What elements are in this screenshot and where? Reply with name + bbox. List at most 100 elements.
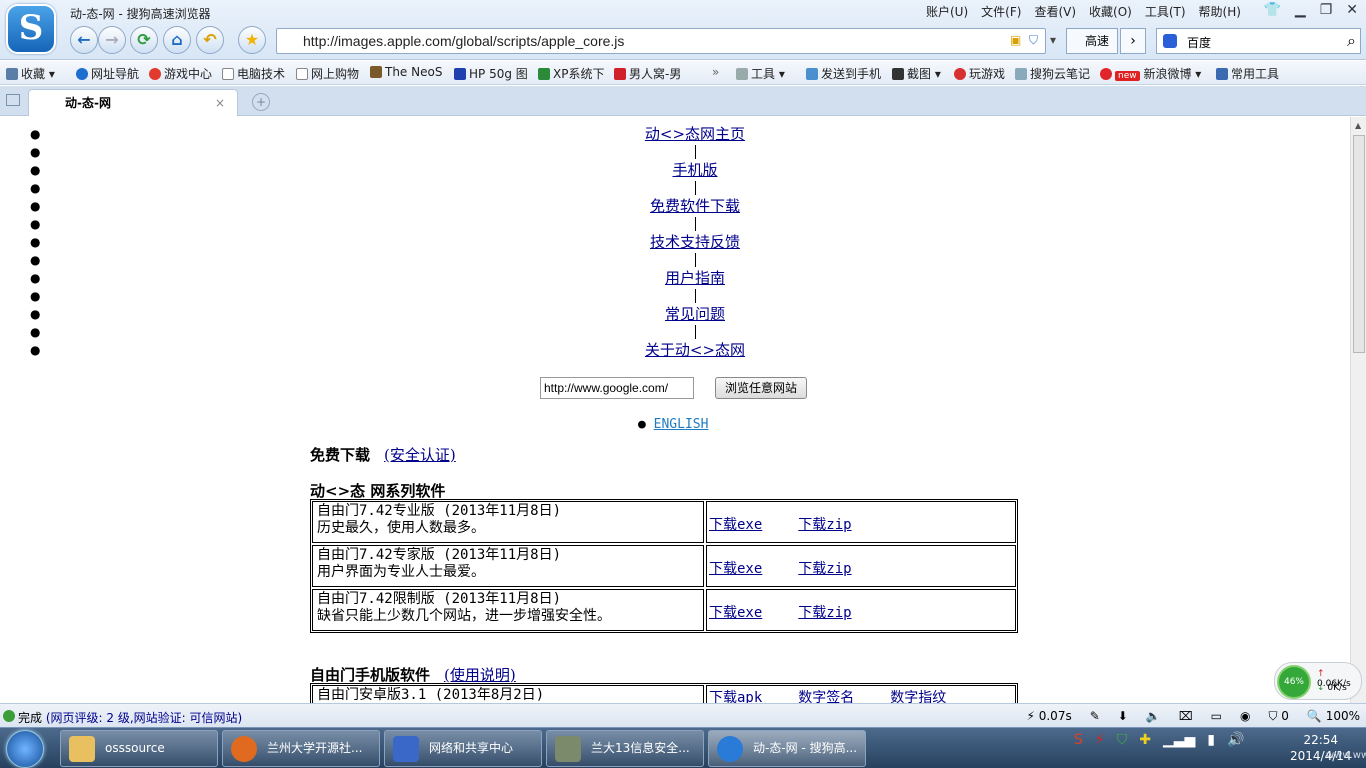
taskbar-item-photo[interactable]: 兰大13信息安全... xyxy=(546,730,704,767)
bookmark-play[interactable]: 玩游戏 xyxy=(954,65,1005,82)
bookmark-men[interactable]: 男人窝-男 xyxy=(614,65,681,82)
plus-icon[interactable]: ✚ xyxy=(1139,732,1151,748)
bookmark-games[interactable]: 游戏中心 xyxy=(149,65,212,82)
address-url[interactable]: http://images.apple.com/global/scripts/a… xyxy=(303,33,624,49)
browse-any-site-button[interactable]: 浏览任意网站 xyxy=(715,377,807,399)
skin-icon[interactable]: 👕 xyxy=(1263,2,1280,18)
download-exe-link[interactable]: 下载exe xyxy=(709,517,762,533)
network-icon xyxy=(393,736,419,762)
bookmark-tech[interactable]: 电脑技术 xyxy=(222,65,285,82)
taskbar-item-firefox[interactable]: 兰州大学开源社... xyxy=(222,730,380,767)
new-tab-icon[interactable]: + xyxy=(252,93,270,111)
edit-icon[interactable]: ✎ xyxy=(1090,709,1100,724)
refresh-button[interactable]: ⟳ xyxy=(130,26,158,54)
star-button[interactable]: ★ xyxy=(238,26,266,54)
menu-favorites[interactable]: 收藏(O) xyxy=(1089,3,1132,20)
table-row: 自由门7.42限制版 (2013年11月8日) 缺省只能上少数几个网站，进一步增强… xyxy=(312,589,1016,631)
nav-guide-link[interactable]: 用户指南 xyxy=(0,267,1350,289)
signature-link[interactable]: 数字签名 xyxy=(798,690,854,703)
menu-help[interactable]: 帮助(H) xyxy=(1199,3,1241,20)
address-bar[interactable]: http://images.apple.com/global/scripts/a… xyxy=(276,28,1056,54)
nav-download-link[interactable]: 免费软件下载 xyxy=(0,195,1350,217)
taskbar-item-sogou[interactable]: 动-态-网 - 搜狗高... xyxy=(708,730,866,767)
folder-icon xyxy=(69,736,95,762)
forward-button[interactable]: → xyxy=(98,26,126,54)
security-icon[interactable]: ⛉ xyxy=(1117,732,1128,748)
network-speed-widget[interactable]: 46% ↑ 0.06K/s ↓ 0K/s xyxy=(1274,662,1362,700)
menu-tools[interactable]: 工具(T) xyxy=(1145,3,1186,20)
nav-mobile-link[interactable]: 手机版 xyxy=(0,159,1350,181)
menu-account[interactable]: 账户(U) xyxy=(926,3,968,20)
vertical-scrollbar[interactable]: ▲ xyxy=(1350,117,1366,703)
tab-close-icon[interactable]: × xyxy=(215,90,225,116)
nav-home-link[interactable]: 动<>态网主页 xyxy=(0,123,1350,145)
nav-support-link[interactable]: 技术支持反馈 xyxy=(0,231,1350,253)
bookmark-cloud-note[interactable]: 搜狗云笔记 xyxy=(1015,65,1090,82)
clean-icon[interactable]: ⌧ xyxy=(1179,709,1193,724)
volume-icon[interactable]: 🔈 xyxy=(1146,709,1161,724)
bookmarks-more-icon[interactable]: » xyxy=(712,65,719,79)
download-zip-link[interactable]: 下载zip xyxy=(798,561,851,577)
adblock-count[interactable]: ⛉ 0 xyxy=(1268,709,1288,724)
eye-icon[interactable]: ◉ xyxy=(1240,709,1250,724)
nav-faq-link[interactable]: 常见问题 xyxy=(0,303,1350,325)
download-icon[interactable]: ⬇ xyxy=(1118,709,1128,724)
bookmark-shopping[interactable]: 网上购物 xyxy=(296,65,359,82)
download-apk-link[interactable]: 下载apk xyxy=(709,690,762,703)
scroll-up-icon[interactable]: ▲ xyxy=(1355,121,1361,130)
taskbar-item-folder[interactable]: osssource xyxy=(60,730,218,767)
bookmark-tools[interactable]: 工具 ▾ xyxy=(736,65,785,82)
battery-icon[interactable]: ▮ xyxy=(1207,732,1215,748)
lock-icon[interactable]: ▣ xyxy=(1010,33,1021,47)
search-icon[interactable]: ⌕ xyxy=(1347,31,1356,51)
baidu-icon xyxy=(1163,34,1177,48)
dropdown-icon[interactable]: ▾ xyxy=(1050,33,1056,47)
restore-icon[interactable]: ❐ xyxy=(1320,2,1333,18)
bookmark-send-phone[interactable]: 发送到手机 xyxy=(806,65,881,82)
tab-active[interactable]: 动-态-网 × xyxy=(28,89,238,116)
bookmark-screenshot[interactable]: 截图 ▾ xyxy=(892,65,941,82)
browse-url-input[interactable]: http://www.google.com/ xyxy=(540,377,694,399)
start-button[interactable] xyxy=(6,730,44,768)
speed-mode-button[interactable]: 高速 xyxy=(1066,28,1118,54)
close-icon[interactable]: ✕ xyxy=(1346,2,1358,18)
scroll-thumb[interactable] xyxy=(1353,135,1365,353)
zoom-level[interactable]: 🔍 100% xyxy=(1307,709,1360,724)
mobile-help-link[interactable]: (使用说明) xyxy=(444,666,516,684)
minimize-icon[interactable]: ▁ xyxy=(1295,2,1306,18)
english-link[interactable]: ENGLISH xyxy=(654,417,709,432)
menu-file[interactable]: 文件(F) xyxy=(981,3,1021,20)
undo-button[interactable]: ↶ xyxy=(196,26,224,54)
window-title: 动-态-网 - 搜狗高速浏览器 xyxy=(70,7,211,21)
menu-view[interactable]: 查看(V) xyxy=(1034,3,1076,20)
bookmark-nav[interactable]: 网址导航 xyxy=(76,65,139,82)
download-exe-link[interactable]: 下载exe xyxy=(709,605,762,621)
bookmark-favorites[interactable]: 收藏 ▾ xyxy=(6,65,55,82)
bookmark-xp[interactable]: XP系统下 xyxy=(538,65,604,82)
home-button[interactable]: ⌂ xyxy=(163,26,191,54)
download-exe-link[interactable]: 下载exe xyxy=(709,561,762,577)
search-box[interactable]: 百度 ⌕ xyxy=(1156,28,1361,54)
download-zip-link[interactable]: 下载zip xyxy=(798,517,851,533)
bookmark-common-tools[interactable]: 常用工具 xyxy=(1216,65,1279,82)
bookmark-neos[interactable]: The NeoS xyxy=(370,65,442,79)
taskbar-item-network[interactable]: 网络和共享中心 xyxy=(384,730,542,767)
sogou-ime-icon[interactable]: S xyxy=(1074,732,1083,748)
speaker-icon[interactable]: 🔊 xyxy=(1227,732,1244,748)
rating-link[interactable]: (网页评级: 2 级,网站验证: 可信网站) xyxy=(46,711,242,725)
bookmark-weibo[interactable]: new 新浪微博 ▾ xyxy=(1100,65,1201,82)
bookmarks-bar: 收藏 ▾ 网址导航 游戏中心 电脑技术 网上购物 The NeoS HP 50g… xyxy=(0,61,1366,85)
sidebar-toggle-icon[interactable] xyxy=(6,94,20,106)
bookmark-hp[interactable]: HP 50g 图 xyxy=(454,65,528,82)
back-button[interactable]: ← xyxy=(70,26,98,54)
go-arrow-icon[interactable]: › xyxy=(1120,28,1146,54)
flash-icon[interactable]: ⚡ xyxy=(1095,732,1105,748)
download-zip-link[interactable]: 下载zip xyxy=(798,605,851,621)
nav-about-link[interactable]: 关于动<>态网 xyxy=(0,339,1350,361)
shield-icon[interactable]: ⛉ xyxy=(1029,33,1038,48)
signal-icon[interactable]: ▁▃▅ xyxy=(1163,732,1195,748)
security-cert-link[interactable]: (安全认证) xyxy=(384,446,456,464)
fingerprint-link[interactable]: 数字指纹 xyxy=(890,690,946,703)
screen-icon[interactable]: ▭ xyxy=(1211,709,1222,724)
sogou-logo-icon[interactable]: S xyxy=(6,4,56,54)
